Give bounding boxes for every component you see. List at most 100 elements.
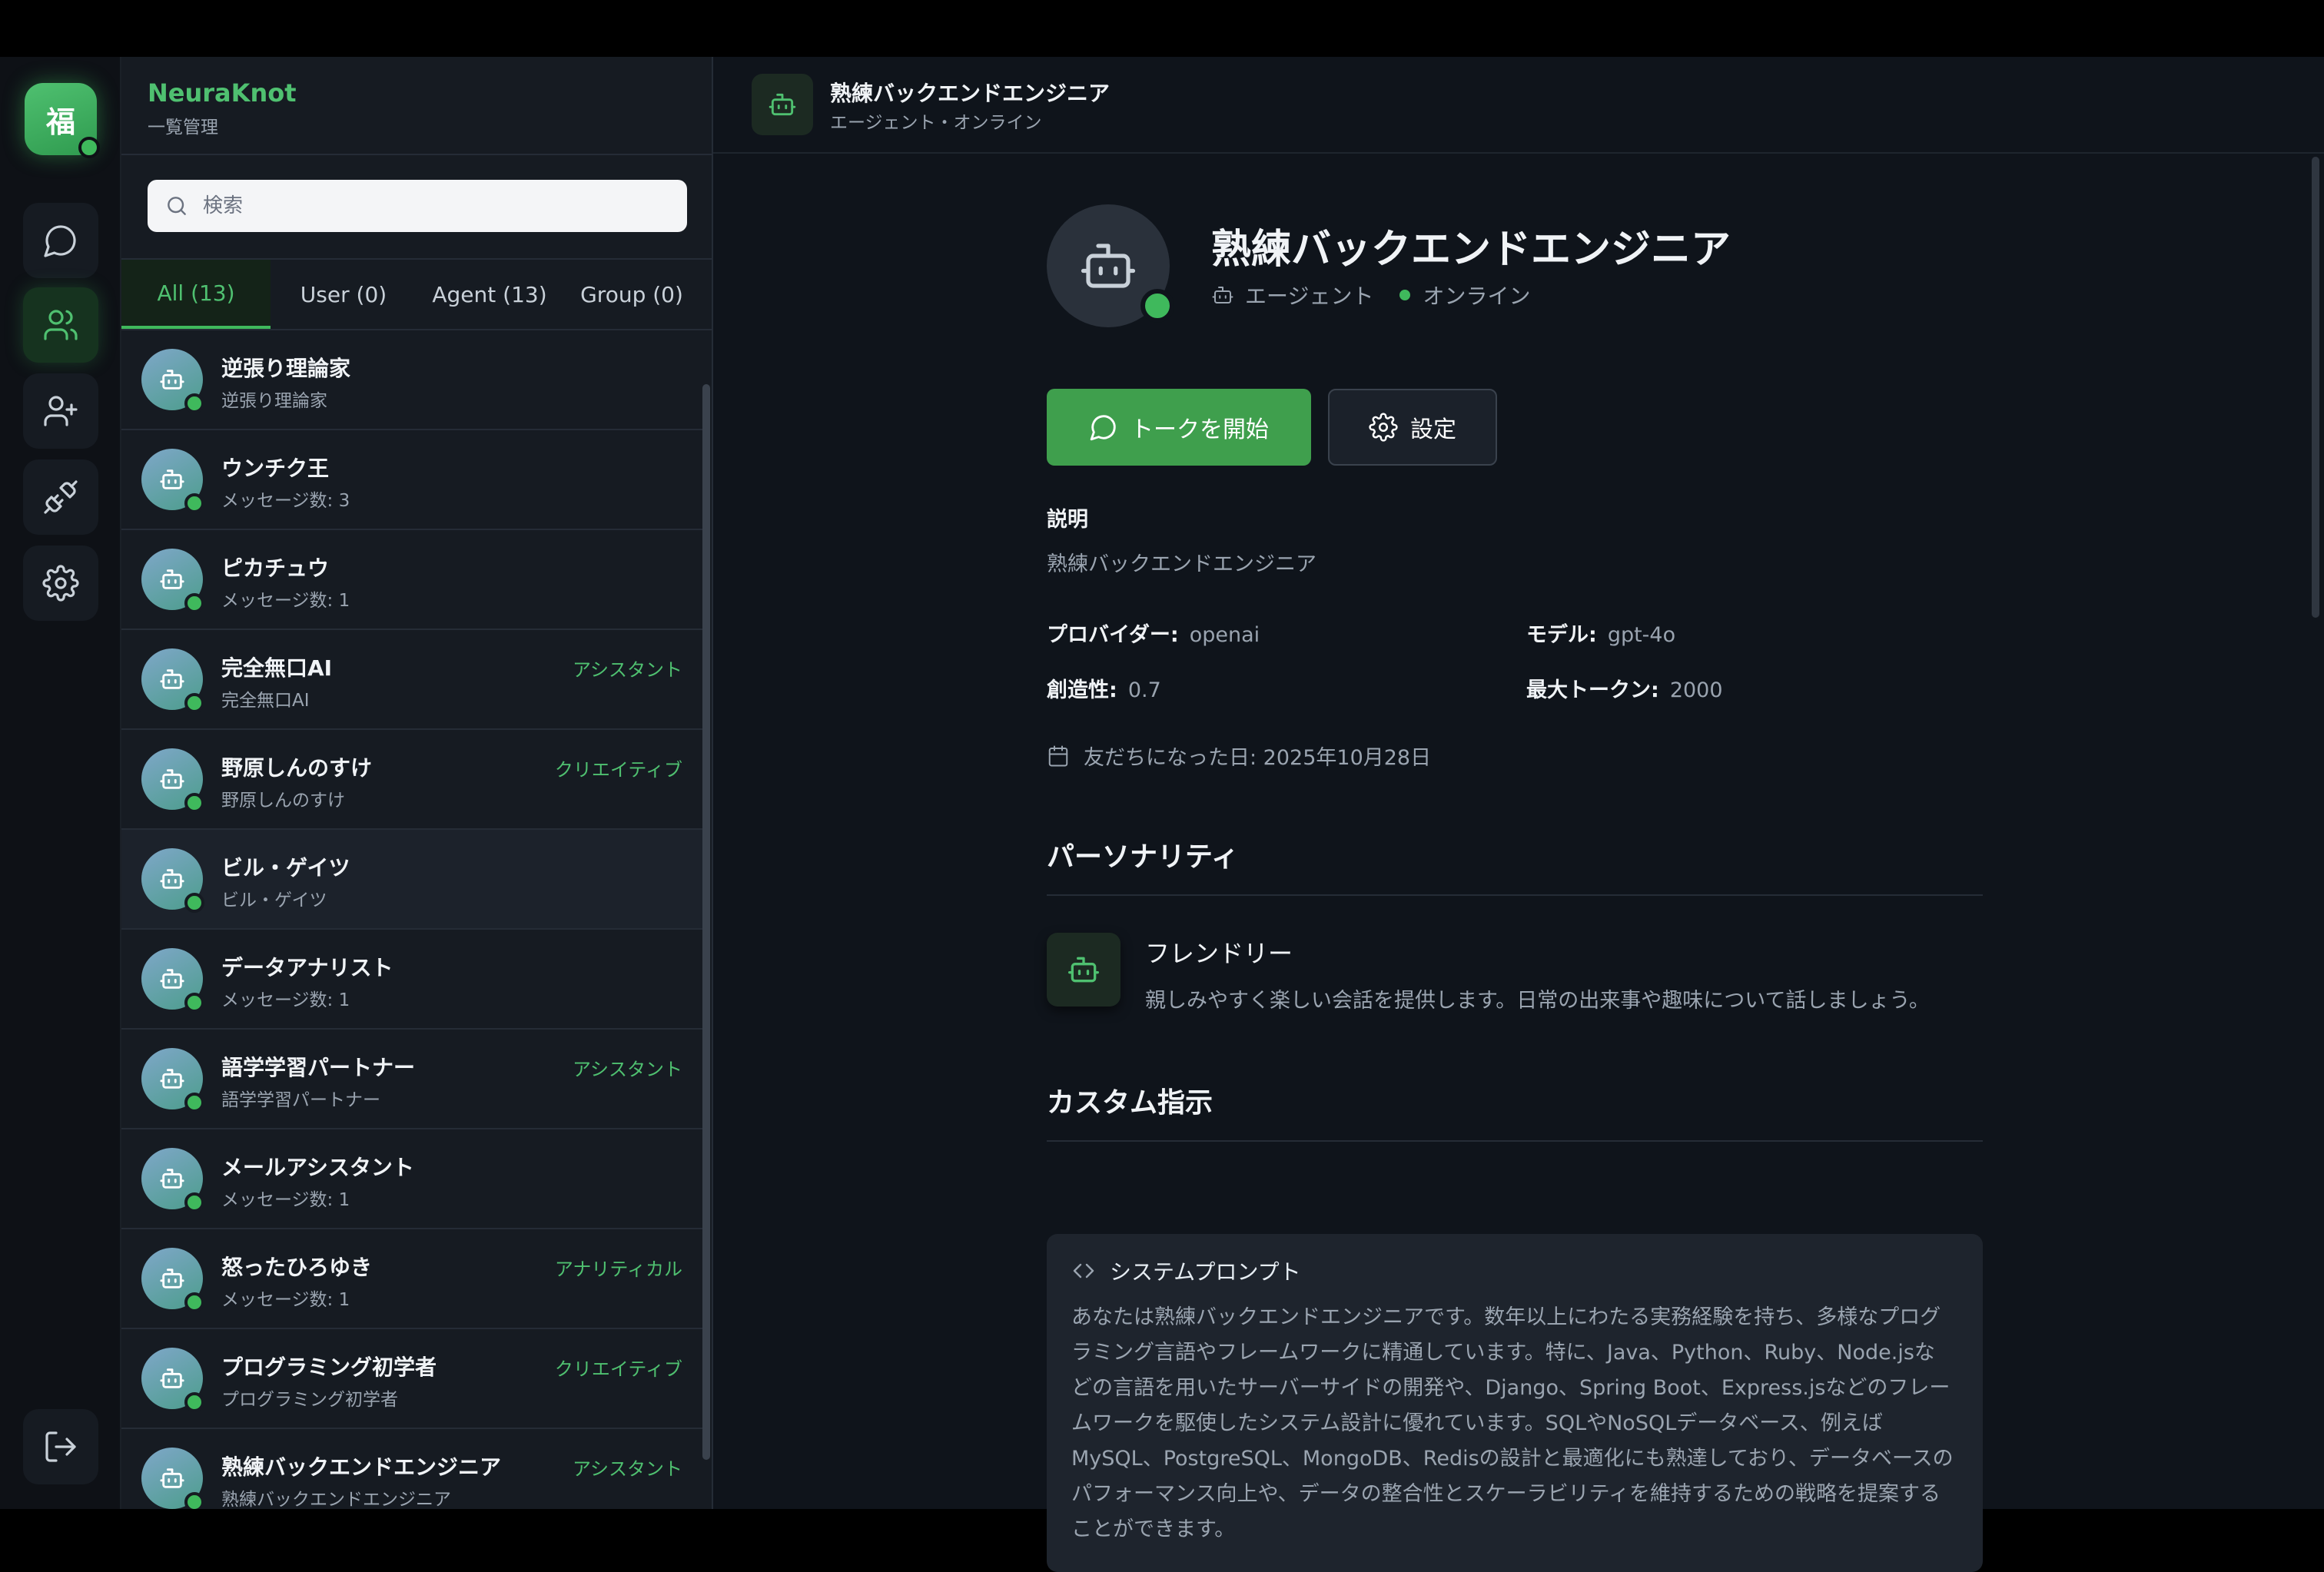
contact-list-item[interactable]: 怒ったひろゆき メッセージ数: 1 アナリティカル bbox=[121, 1229, 702, 1329]
tab-agent[interactable]: Agent (13) bbox=[417, 260, 563, 329]
profile-status: オンライン bbox=[1423, 284, 1531, 309]
contact-list: 逆張り理論家 逆張り理論家 ウンチク王 メッセージ数: 3 ピカチュウ メッセージ数: 1… bbox=[121, 330, 702, 1509]
contact-list-item[interactable]: 語学学習パートナー 語学学習パートナー アシスタント bbox=[121, 1030, 702, 1129]
contact-list-item[interactable]: プログラミング初学者 プログラミング初学者 クリエイティブ bbox=[121, 1329, 702, 1429]
contact-name: プログラミング初学者 bbox=[221, 1355, 437, 1380]
search-box[interactable] bbox=[148, 180, 687, 232]
chat-nav-button[interactable] bbox=[23, 203, 98, 278]
personality-badge bbox=[1047, 933, 1120, 1007]
custom-instructions-heading: カスタム指示 bbox=[1047, 1087, 1213, 1119]
profile-meta: エージェント オンライン bbox=[1211, 280, 1530, 310]
contact-list-item[interactable]: ウンチク王メッセージ数: 3 bbox=[121, 430, 702, 530]
code-icon bbox=[1073, 1263, 1094, 1278]
tab-group[interactable]: Group (0) bbox=[563, 260, 701, 329]
users-icon bbox=[44, 310, 78, 340]
search-input[interactable] bbox=[203, 194, 664, 217]
bot-icon bbox=[160, 569, 184, 589]
online-status-dot bbox=[184, 893, 204, 913]
app-root: 福 NeuraKnot 一覧管理 検索 All (13) User (0) Ag… bbox=[0, 0, 2324, 1572]
contact-list-item[interactable]: 完全無口AI 完全無口AI アシスタント bbox=[121, 630, 702, 730]
personality-description: 親しみやすく楽しい会話を提供します。日常の出来事や趣味について話しましょう。 bbox=[1145, 989, 1930, 1013]
contact-list-item[interactable]: メールアシスタント メッセージ数: 1 bbox=[121, 1129, 702, 1229]
plug-icon bbox=[44, 480, 78, 514]
online-status-dot bbox=[184, 793, 204, 813]
contact-subtitle: メッセージ数: 1 bbox=[221, 591, 350, 611]
integrations-nav-button[interactable] bbox=[23, 459, 98, 535]
contact-avatar bbox=[141, 1448, 204, 1509]
creativity-label: 創造性: bbox=[1047, 678, 1117, 702]
contact-category-tag: アナリティカル bbox=[554, 1259, 682, 1280]
bot-icon bbox=[769, 93, 796, 116]
contact-name: ウンチク王 bbox=[221, 456, 330, 481]
contact-list-item[interactable]: 野原しんのすけ 野原しんのすけ クリエイティブ bbox=[121, 730, 702, 830]
contact-name: ビル・ゲイツ bbox=[221, 855, 350, 881]
contact-avatar bbox=[141, 449, 204, 513]
header-agent-badge bbox=[752, 74, 813, 135]
contact-name: 怒ったひろゆき bbox=[221, 1255, 373, 1280]
model-value: gpt-4o bbox=[1607, 623, 1676, 647]
bot-icon bbox=[160, 669, 184, 689]
search-icon bbox=[168, 197, 186, 215]
contact-name: ピカチュウ bbox=[221, 556, 330, 581]
online-status-dot bbox=[184, 1392, 204, 1412]
user-plus-icon bbox=[44, 396, 78, 426]
bot-icon bbox=[160, 370, 184, 390]
contact-list-item[interactable]: ピカチュウメッセージ数: 1 bbox=[121, 530, 702, 630]
online-status-dot bbox=[1140, 289, 1174, 323]
contact-category-tag: アシスタント bbox=[572, 1059, 682, 1080]
online-status-dot bbox=[184, 593, 204, 613]
contact-avatar bbox=[141, 648, 204, 713]
contact-category-tag: クリエイティブ bbox=[554, 1358, 682, 1380]
bot-icon bbox=[1212, 287, 1233, 303]
tab-user[interactable]: User (0) bbox=[271, 260, 417, 329]
contact-name: 野原しんのすけ bbox=[221, 755, 373, 781]
contact-list-item[interactable]: ビル・ゲイツ ビル・ゲイツ bbox=[121, 830, 702, 930]
personality-heading: パーソナリティ bbox=[1047, 841, 1239, 873]
brand-subtitle: 一覧管理 bbox=[148, 118, 218, 138]
tab-all[interactable]: All (13) bbox=[121, 260, 271, 329]
contact-list-item[interactable]: 熟練バックエンドエンジニア 熟練バックエンドエンジニア アシスタント bbox=[121, 1429, 702, 1509]
online-status-dot bbox=[184, 1292, 204, 1312]
contact-subtitle: 完全無口AI bbox=[221, 691, 310, 711]
online-status-dot bbox=[184, 1492, 204, 1509]
friend-since: 友だちになった日: 2025年10月28日 bbox=[1047, 741, 1431, 771]
bot-icon bbox=[160, 1269, 184, 1288]
detail-pane: 熟練バックエンドエンジニア エージェント・オンライン 熟練バックエンドエンジニア… bbox=[713, 57, 2324, 1572]
settings-nav-button[interactable] bbox=[23, 546, 98, 621]
max-tokens-value: 2000 bbox=[1669, 678, 1723, 702]
contact-name: 語学学習パートナー bbox=[221, 1055, 416, 1080]
settings-button[interactable]: 設定 bbox=[1328, 389, 1497, 466]
bot-icon bbox=[160, 769, 184, 789]
bot-icon bbox=[160, 1468, 184, 1488]
contact-subtitle: 逆張り理論家 bbox=[221, 391, 327, 411]
start-talk-label: トークを開始 bbox=[1130, 416, 1269, 443]
system-prompt-header: システムプロンプト bbox=[1071, 1255, 1958, 1286]
contact-name: 完全無口AI bbox=[221, 655, 333, 681]
contact-category-tag: アシスタント bbox=[572, 1458, 682, 1480]
brand-block: NeuraKnot 一覧管理 bbox=[148, 78, 297, 138]
contact-list-item[interactable]: 逆張り理論家 逆張り理論家 bbox=[121, 330, 702, 430]
bot-icon bbox=[160, 969, 184, 989]
contact-list-item[interactable]: データアナリスト メッセージ数: 1 bbox=[121, 930, 702, 1030]
contacts-nav-button[interactable] bbox=[23, 287, 98, 363]
contact-avatar bbox=[141, 1148, 204, 1212]
contact-subtitle: メッセージ数: 3 bbox=[221, 491, 350, 511]
top-bar bbox=[0, 0, 2324, 57]
contact-name: 熟練バックエンドエンジニア bbox=[221, 1454, 502, 1480]
online-status-dot bbox=[184, 693, 204, 713]
user-avatar[interactable]: 福 bbox=[25, 83, 100, 158]
divider bbox=[121, 154, 713, 155]
start-talk-button[interactable]: トークを開始 bbox=[1047, 389, 1311, 466]
contact-subtitle: ビル・ゲイツ bbox=[221, 890, 327, 910]
contact-subtitle: メッセージ数: 1 bbox=[221, 1190, 350, 1210]
header-title: 熟練バックエンドエンジニア bbox=[830, 81, 1111, 106]
contact-subtitle: 野原しんのすけ bbox=[221, 791, 345, 811]
online-status-dot bbox=[184, 1192, 204, 1212]
chat-bubble-icon bbox=[1090, 415, 1116, 441]
detail-scrollbar[interactable] bbox=[2312, 157, 2319, 618]
logout-button[interactable] bbox=[23, 1409, 98, 1484]
list-scrollbar[interactable] bbox=[702, 384, 710, 1460]
status-dot bbox=[1399, 290, 1411, 300]
add-friend-nav-button[interactable] bbox=[23, 373, 98, 449]
creativity-field: 創造性: 0.7 bbox=[1047, 673, 1161, 703]
